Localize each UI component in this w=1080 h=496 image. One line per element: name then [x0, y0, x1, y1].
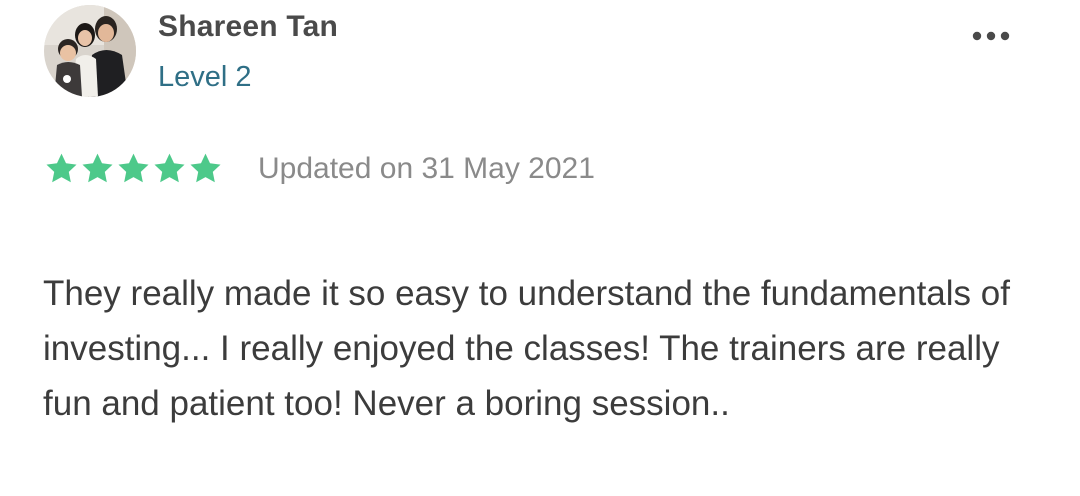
star-icon: [118, 153, 149, 182]
avatar-photo: [44, 5, 136, 97]
more-horizontal-icon: [972, 31, 1010, 41]
reviewer-level: Level 2: [158, 61, 252, 93]
reviewer-name[interactable]: Shareen Tan: [158, 10, 338, 44]
more-options-button[interactable]: [964, 20, 1018, 52]
star-rating: [44, 148, 224, 188]
star-icon: [154, 153, 185, 182]
star-icon: [190, 153, 221, 182]
reviewer-avatar[interactable]: [44, 5, 136, 97]
review-updated-date: Updated on 31 May 2021: [258, 152, 595, 185]
review-text: They really made it so easy to understan…: [43, 274, 1010, 423]
star-icon: [46, 153, 77, 182]
review-card: Shareen Tan Level 2 Updated on 31 May 20…: [0, 0, 1080, 496]
star-icon: [82, 153, 113, 182]
